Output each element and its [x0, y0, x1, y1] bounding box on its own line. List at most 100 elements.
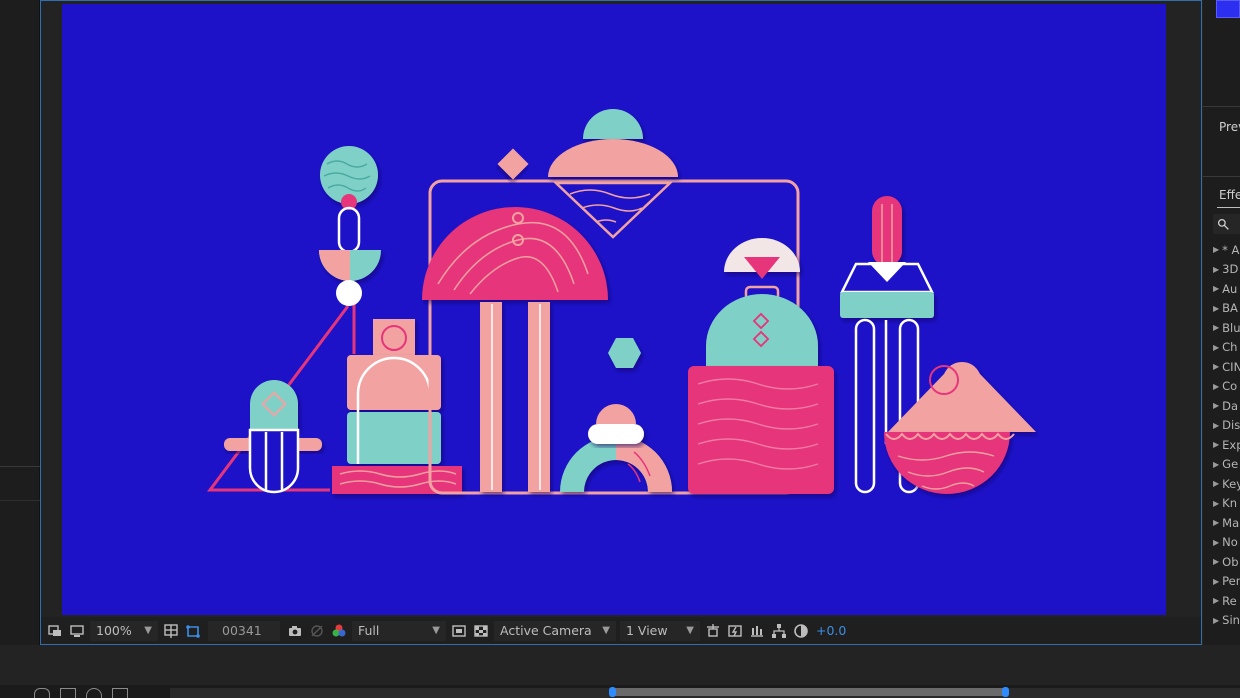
expand-triangle-icon[interactable]: ▶	[1213, 382, 1219, 391]
effects-category-item[interactable]: ▶ Kn	[1213, 494, 1240, 514]
effects-category-item[interactable]: ▶ CIN	[1213, 357, 1240, 377]
effects-category-item[interactable]: ▶ Ge	[1213, 455, 1240, 475]
show-snapshot-icon[interactable]	[306, 620, 328, 642]
chevron-down-icon: ▼	[144, 625, 152, 636]
work-area-start-handle[interactable]	[609, 687, 616, 697]
expand-triangle-icon[interactable]: ▶	[1213, 499, 1219, 508]
effects-category-item[interactable]: ▶ No	[1213, 533, 1240, 553]
effects-category-item[interactable]: ▶ Sin	[1213, 611, 1240, 631]
tab-underline	[1217, 207, 1240, 208]
effects-category-item[interactable]: ▶ * A	[1213, 240, 1240, 260]
exposure-value[interactable]: +0.0	[816, 623, 846, 638]
expand-triangle-icon[interactable]: ▶	[1213, 304, 1219, 313]
camera-view-dropdown[interactable]: Active Camera ▼	[494, 620, 616, 641]
chevron-down-icon: ▼	[432, 625, 440, 636]
effects-category-label: Exp	[1222, 437, 1240, 452]
expand-triangle-icon[interactable]: ▶	[1213, 557, 1219, 566]
expand-triangle-icon[interactable]: ▶	[1213, 284, 1219, 293]
expand-triangle-icon[interactable]: ▶	[1213, 265, 1219, 274]
effects-search-input[interactable]	[1213, 214, 1240, 234]
timeline-scroll-thumb[interactable]	[612, 688, 1006, 696]
right-panel: Prev Effe ▶* A▶3D▶Au▶BA▶Blu▶Ch▶CIN▶Co▶Da…	[1203, 0, 1240, 645]
effects-category-label: Per	[1222, 574, 1240, 589]
preview-render-icon[interactable]	[724, 620, 746, 642]
graph-editor-icon[interactable]	[112, 688, 128, 698]
resolution-dropdown[interactable]: Full ▼	[352, 620, 446, 641]
expand-triangle-icon[interactable]: ▶	[1213, 323, 1219, 332]
effects-category-item[interactable]: ▶ Per	[1213, 572, 1240, 592]
region-of-interest-icon[interactable]	[44, 620, 66, 642]
fast-previews-icon[interactable]	[448, 620, 470, 642]
channels-icon[interactable]	[328, 620, 350, 642]
display-icon[interactable]	[66, 620, 88, 642]
3d-view-icon[interactable]	[702, 620, 724, 642]
expand-triangle-icon[interactable]: ▶	[1213, 616, 1219, 625]
effects-category-label: Blu	[1222, 320, 1240, 335]
work-area-end-handle[interactable]	[1002, 687, 1009, 697]
viewer-toolbar: 100% ▼ 00341 Full ▼ Active Camera ▼ 1 Vi…	[41, 617, 1201, 644]
expand-triangle-icon[interactable]: ▶	[1213, 245, 1219, 254]
effects-category-item[interactable]: ▶ Co	[1213, 377, 1240, 397]
expand-triangle-icon[interactable]: ▶	[1213, 596, 1219, 605]
effects-category-item[interactable]: ▶ BA	[1213, 299, 1240, 319]
transparency-grid-icon[interactable]	[470, 620, 492, 642]
effects-category-label: Co	[1222, 379, 1238, 394]
effects-category-label: Au	[1222, 281, 1238, 296]
effects-category-label: CIN	[1222, 359, 1240, 374]
panel-divider	[1203, 106, 1240, 107]
expand-triangle-icon[interactable]: ▶	[1213, 577, 1219, 586]
expand-triangle-icon[interactable]: ▶	[1213, 362, 1219, 371]
preview-panel-tab[interactable]: Prev	[1219, 120, 1240, 134]
chevron-down-icon: ▼	[602, 625, 610, 636]
flowchart-icon[interactable]	[768, 620, 790, 642]
timecode-value: 00341	[222, 623, 262, 638]
effects-category-label: Ma	[1222, 515, 1240, 530]
current-time-field[interactable]: 00341	[208, 620, 280, 641]
expand-triangle-icon[interactable]: ▶	[1213, 479, 1219, 488]
exposure-reset-icon[interactable]	[790, 620, 812, 642]
effects-category-item[interactable]: ▶ Ch	[1213, 338, 1240, 358]
effects-category-item[interactable]: ▶ Da	[1213, 396, 1240, 416]
camera-snapshot-icon[interactable]	[284, 620, 306, 642]
view-layout-dropdown[interactable]: 1 View ▼	[620, 620, 700, 641]
expand-triangle-icon[interactable]: ▶	[1213, 343, 1219, 352]
effects-category-item[interactable]: ▶ Ma	[1213, 513, 1240, 533]
expand-triangle-icon[interactable]: ▶	[1213, 538, 1219, 547]
effects-category-label: BA	[1222, 301, 1238, 316]
search-icon	[1217, 218, 1229, 230]
effects-category-item[interactable]: ▶ 3D	[1213, 260, 1240, 280]
left-panel	[0, 0, 40, 645]
composition-artwork	[207, 109, 1036, 495]
effects-category-item[interactable]: ▶ Blu	[1213, 318, 1240, 338]
expand-triangle-icon[interactable]: ▶	[1213, 460, 1219, 469]
effects-category-item[interactable]: ▶ Key	[1213, 474, 1240, 494]
effects-category-label: Ob	[1222, 554, 1239, 569]
effects-category-label: Da	[1222, 398, 1239, 413]
color-swatch[interactable]	[1216, 0, 1240, 18]
effects-category-item[interactable]: ▶ Ob	[1213, 552, 1240, 572]
expand-triangle-icon[interactable]: ▶	[1213, 421, 1219, 430]
effects-category-label: Ge	[1222, 457, 1239, 472]
comp-flowchart-icon[interactable]	[34, 688, 50, 698]
effects-category-item[interactable]: ▶ Exp	[1213, 435, 1240, 455]
expand-triangle-icon[interactable]: ▶	[1213, 401, 1219, 410]
effects-category-label: Ch	[1222, 340, 1238, 355]
effects-category-label: Kn	[1222, 496, 1237, 511]
effects-panel-tab[interactable]: Effe	[1219, 188, 1240, 202]
render-toggle-icon[interactable]	[60, 688, 76, 698]
effects-list: ▶ * A ▶ 3D ▶ Au ▶ BA ▶ Blu ▶ Ch ▶ CIN ▶ Co ▶ Da ▶ Dis ▶ Exp ▶ G…	[1213, 240, 1240, 630]
mask-toggle-icon[interactable]	[182, 620, 204, 642]
effects-category-item[interactable]: ▶ Re	[1213, 591, 1240, 611]
expand-triangle-icon[interactable]: ▶	[1213, 518, 1219, 527]
timeline-icon[interactable]	[746, 620, 768, 642]
effects-category-label: Sin	[1222, 613, 1240, 628]
effects-category-item[interactable]: ▶ Dis	[1213, 416, 1240, 436]
motion-blur-icon[interactable]	[86, 688, 102, 698]
effects-category-label: 3D	[1222, 262, 1239, 277]
grid-guides-icon[interactable]	[160, 620, 182, 642]
effects-category-item[interactable]: ▶ Au	[1213, 279, 1240, 299]
timeline-controls	[34, 688, 128, 698]
zoom-dropdown[interactable]: 100% ▼	[90, 620, 158, 641]
composition-viewer[interactable]	[62, 4, 1166, 615]
expand-triangle-icon[interactable]: ▶	[1213, 440, 1219, 449]
